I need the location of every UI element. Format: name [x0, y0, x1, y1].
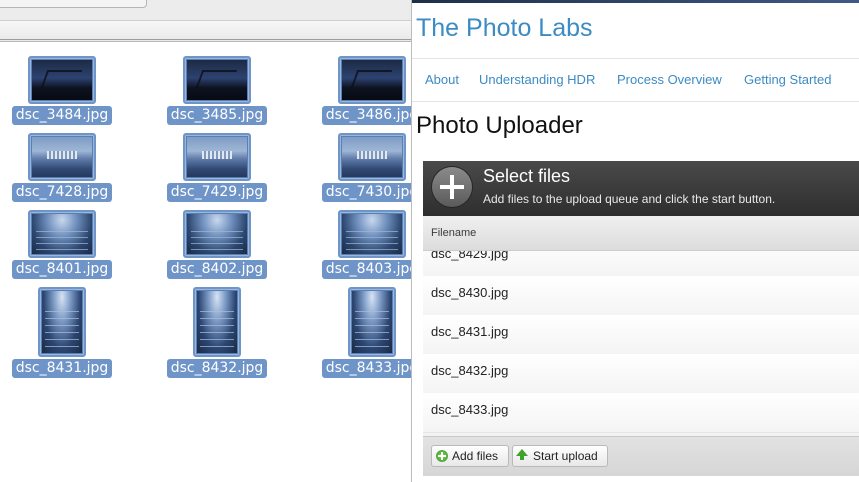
upload-queue[interactable]: dsc_8429.jpg dsc_8430.jpg dsc_8431.jpg d… [423, 251, 859, 436]
file-name[interactable]: dsc_3485.jpg [166, 106, 268, 125]
nav-link-getting-started[interactable]: Getting Started [744, 72, 831, 87]
site-nav: About Understanding HDR Process Overview… [412, 58, 859, 102]
nav-link-about[interactable]: About [425, 72, 459, 87]
queue-file-name: dsc_8431.jpg [431, 324, 509, 339]
image-thumbnail[interactable] [38, 287, 86, 357]
file-name[interactable]: dsc_8432.jpg [166, 359, 268, 378]
image-thumbnail[interactable] [338, 210, 406, 258]
file-name[interactable]: dsc_3486.jpg [321, 106, 411, 125]
queue-row: dsc_8431.jpg [423, 315, 859, 355]
file-grid: dsc_3484.jpg dsc_3485.jpg dsc_3486.jpg d… [0, 42, 411, 482]
start-upload-button[interactable]: Start upload [512, 445, 608, 467]
thumbnail-image [352, 291, 392, 353]
arrow-up-icon [516, 449, 528, 460]
file-name[interactable]: dsc_3484.jpg [11, 106, 113, 125]
add-files-button[interactable]: Add files [431, 445, 509, 467]
queue-row: dsc_8430.jpg [423, 276, 859, 316]
queue-file-name: dsc_8430.jpg [431, 285, 509, 300]
file-item[interactable]: dsc_8432.jpg [152, 287, 282, 378]
header-divider [0, 39, 411, 40]
file-item[interactable]: dsc_3484.jpg [0, 56, 127, 125]
file-item[interactable]: dsc_3485.jpg [152, 56, 282, 125]
image-thumbnail[interactable] [28, 56, 96, 104]
plus-icon[interactable] [432, 167, 472, 207]
thumbnail-image [342, 214, 402, 254]
file-item[interactable]: dsc_8433.jpg [307, 287, 411, 378]
queue-row: dsc_8432.jpg [423, 354, 859, 394]
site-title[interactable]: The Photo Labs [416, 14, 593, 43]
file-item[interactable]: dsc_8402.jpg [152, 210, 282, 279]
file-name[interactable]: dsc_8403.jpg [321, 260, 411, 279]
column-header-label: Filename [431, 227, 477, 239]
file-name[interactable]: dsc_7430.jpg [321, 183, 411, 202]
filename-column-header: Filename [423, 216, 859, 251]
file-name[interactable]: dsc_8431.jpg [11, 359, 113, 378]
uploader-footer: Add files Start upload [423, 436, 859, 476]
image-thumbnail[interactable] [338, 133, 406, 181]
queue-file-name: dsc_8429.jpg [431, 251, 509, 261]
page-title: Photo Uploader [416, 112, 583, 139]
file-name[interactable]: dsc_7429.jpg [166, 183, 268, 202]
file-manager-window: dsc_3484.jpg dsc_3485.jpg dsc_3486.jpg d… [0, 0, 411, 482]
file-item[interactable]: dsc_7428.jpg [0, 133, 127, 202]
file-name[interactable]: dsc_8402.jpg [166, 260, 268, 279]
thumbnail-image [32, 60, 92, 100]
file-item[interactable]: dsc_8431.jpg [0, 287, 127, 378]
image-thumbnail[interactable] [338, 56, 406, 104]
file-item[interactable]: dsc_8401.jpg [0, 210, 127, 279]
add-icon [436, 450, 448, 462]
thumbnail-image [187, 214, 247, 254]
image-thumbnail[interactable] [183, 210, 251, 258]
nav-link-understanding-hdr[interactable]: Understanding HDR [479, 72, 595, 87]
thumbnail-image [42, 291, 82, 353]
image-thumbnail[interactable] [183, 56, 251, 104]
image-thumbnail[interactable] [183, 133, 251, 181]
queue-row: dsc_8433.jpg [423, 393, 859, 433]
file-name[interactable]: dsc_8401.jpg [11, 260, 113, 279]
photo-uploader: Select files Add files to the upload que… [423, 161, 859, 476]
thumbnail-image [342, 60, 402, 100]
file-item[interactable]: dsc_3486.jpg [307, 56, 411, 125]
image-thumbnail[interactable] [348, 287, 396, 357]
file-item[interactable]: dsc_7429.jpg [152, 133, 282, 202]
uploader-title: Select files [483, 166, 571, 186]
file-item[interactable]: dsc_8403.jpg [307, 210, 411, 279]
start-upload-label: Start upload [533, 449, 598, 463]
thumbnail-image [342, 137, 402, 177]
queue-file-name: dsc_8433.jpg [431, 402, 509, 417]
browser-page: The Photo Labs About Understanding HDR P… [412, 0, 859, 482]
file-name[interactable]: dsc_8433.jpg [321, 359, 411, 378]
add-files-label: Add files [452, 449, 499, 463]
image-thumbnail[interactable] [28, 133, 96, 181]
uploader-subtitle: Add files to the upload queue and click … [483, 192, 776, 206]
file-name[interactable]: dsc_7428.jpg [11, 183, 113, 202]
file-manager-toolbar [0, 0, 411, 21]
image-thumbnail[interactable] [193, 287, 241, 357]
uploader-header: Select files Add files to the upload que… [423, 161, 859, 216]
file-item[interactable]: dsc_7430.jpg [307, 133, 411, 202]
thumbnail-image [187, 60, 247, 100]
thumbnail-image [32, 214, 92, 254]
thumbnail-image [187, 137, 247, 177]
thumbnail-image [197, 291, 237, 353]
nav-link-process-overview[interactable]: Process Overview [617, 72, 722, 87]
thumbnail-image [32, 137, 92, 177]
file-manager-header [0, 21, 411, 42]
queue-row: dsc_8429.jpg [423, 251, 859, 277]
browser-top-edge [412, 0, 859, 3]
toolbar-button[interactable] [0, 0, 147, 8]
image-thumbnail[interactable] [28, 210, 96, 258]
queue-file-name: dsc_8432.jpg [431, 363, 509, 378]
